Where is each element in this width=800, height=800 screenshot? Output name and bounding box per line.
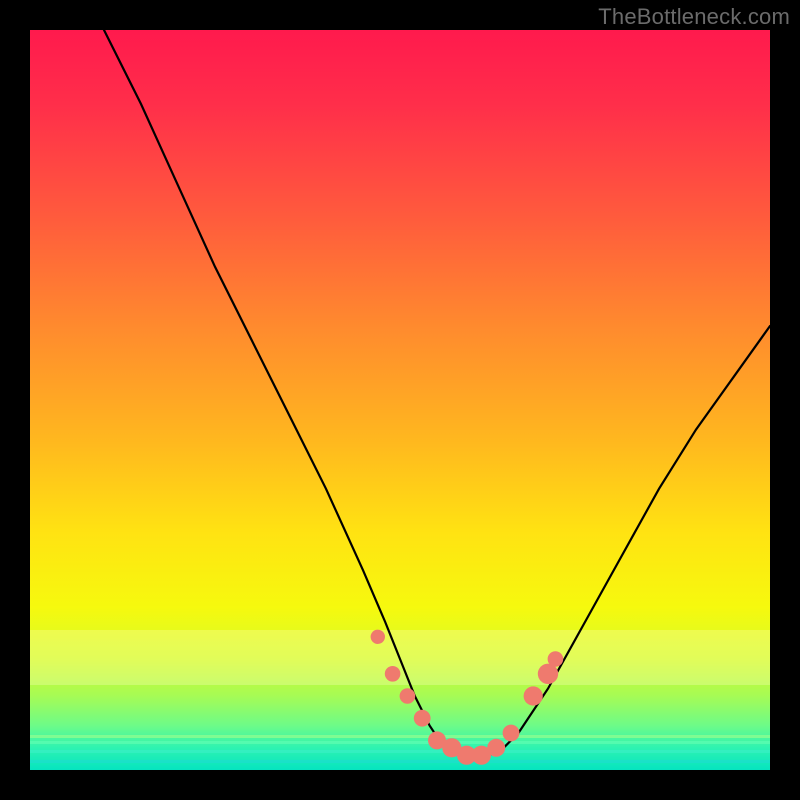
chart-frame (30, 30, 770, 770)
curve-marker (400, 688, 416, 704)
watermark-text: TheBottleneck.com (598, 4, 790, 30)
curve-marker (487, 739, 505, 757)
curve-marker (371, 630, 385, 644)
curve-marker (503, 725, 520, 742)
curve-marker (548, 651, 564, 667)
bottleneck-curve (104, 30, 770, 755)
curve-marker (385, 666, 401, 682)
curve-marker (414, 710, 431, 727)
curve-marker (524, 686, 543, 705)
curve-markers (371, 630, 564, 765)
chart-svg (30, 30, 770, 770)
